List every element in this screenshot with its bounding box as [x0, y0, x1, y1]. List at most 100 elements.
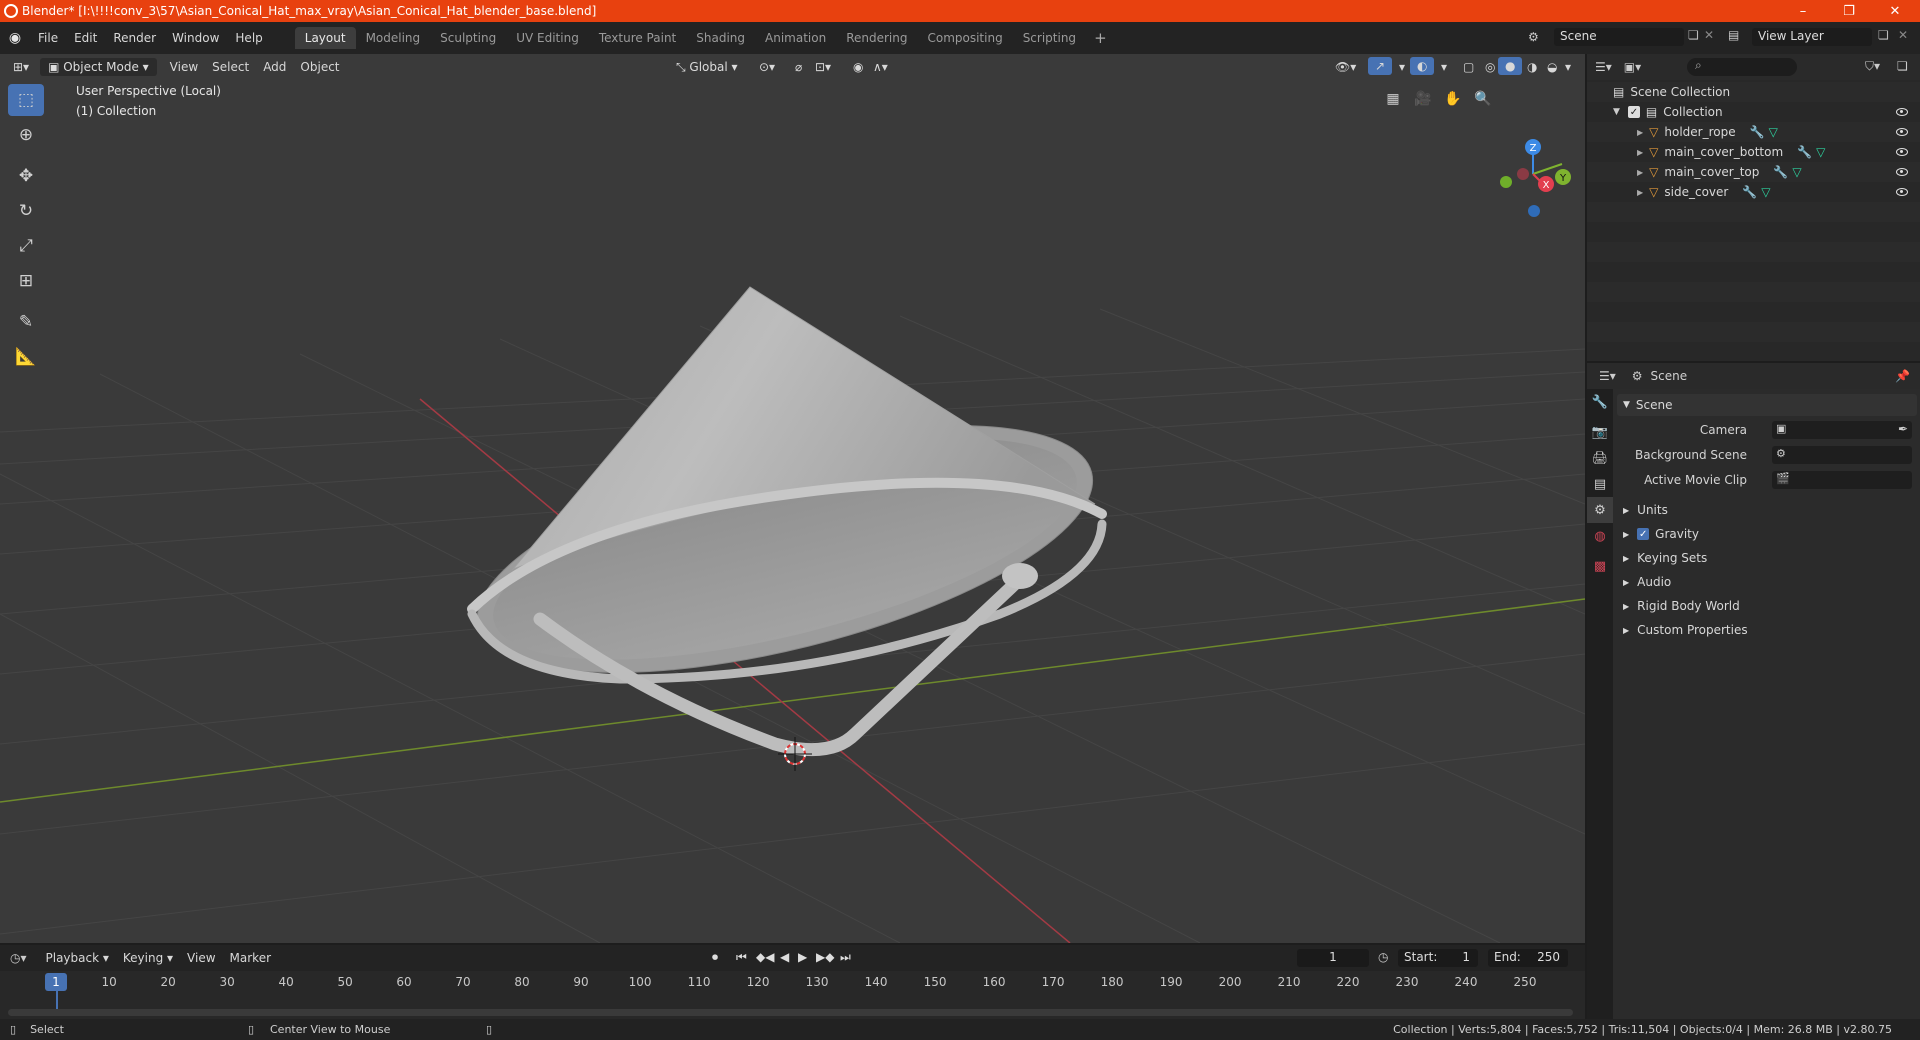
units-panel-header[interactable]: ▶ Units: [1617, 499, 1917, 521]
tab-animation[interactable]: Animation: [755, 27, 836, 49]
view-layer-field[interactable]: View Layer: [1752, 28, 1872, 46]
falloff-icon[interactable]: ∧▾: [866, 58, 895, 76]
scene-tab-icon[interactable]: ⚙: [1587, 497, 1613, 523]
orientation-dropdown[interactable]: ⤡ Global ▾: [668, 58, 746, 77]
tab-shading[interactable]: Shading: [686, 27, 755, 49]
tab-layout[interactable]: Layout: [294, 27, 356, 49]
scene-panel-header[interactable]: ▼ Scene: [1617, 394, 1917, 416]
rigid-body-world-panel-header[interactable]: ▶ Rigid Body World: [1617, 595, 1917, 617]
view-layer-tab-icon[interactable]: ▤: [1587, 471, 1613, 497]
scene-name-field[interactable]: Scene: [1554, 28, 1684, 46]
move-tool-icon[interactable]: ✥: [8, 160, 44, 192]
render-tab-icon[interactable]: 📷: [1587, 419, 1613, 445]
filter-icon[interactable]: ⛉▾: [1865, 59, 1880, 74]
mesh-data-icon[interactable]: ▽: [1769, 125, 1778, 139]
camera-view-icon[interactable]: 🎥: [1410, 86, 1436, 112]
toggle-camera-grid-icon[interactable]: ▦: [1380, 86, 1406, 112]
rotate-tool-icon[interactable]: ↻: [8, 195, 44, 227]
outliner-editor-type-icon[interactable]: ☰▾: [1595, 60, 1612, 74]
mesh-data-icon[interactable]: ▽: [1816, 145, 1825, 159]
properties-editor-type-icon[interactable]: ☰▾: [1599, 369, 1616, 383]
new-view-layer-icon[interactable]: ❏: [1878, 28, 1889, 42]
shading-dropdown-icon[interactable]: ▾: [1558, 58, 1578, 76]
3d-viewport[interactable]: Z Y X ⊞▾ ▣ Object Mode ▾ View Select Add…: [0, 54, 1585, 943]
select-box-tool-icon[interactable]: ⬚: [8, 84, 44, 116]
pin-icon[interactable]: 📌: [1895, 369, 1910, 383]
outliner-row-object[interactable]: ▶ ▽ main_cover_bottom 🔧 ▽: [1587, 142, 1920, 162]
viewport-menu-select[interactable]: Select: [205, 58, 256, 76]
keying-menu[interactable]: Keying ▾: [116, 949, 180, 967]
tab-scripting[interactable]: Scripting: [1013, 27, 1086, 49]
expand-arrow-icon[interactable]: ▶: [1637, 168, 1643, 177]
visibility-eye-icon[interactable]: [1896, 148, 1908, 156]
tab-rendering[interactable]: Rendering: [836, 27, 917, 49]
new-collection-icon[interactable]: ❏: [1897, 59, 1908, 73]
tab-sculpting[interactable]: Sculpting: [430, 27, 506, 49]
transform-tool-icon[interactable]: ⊞: [8, 265, 44, 297]
overlay-dropdown-icon[interactable]: ▾: [1434, 58, 1454, 76]
overlay-toggle-icon[interactable]: ◐: [1410, 57, 1435, 75]
menu-edit[interactable]: Edit: [66, 31, 105, 45]
modifier-wrench-icon[interactable]: 🔧: [1773, 165, 1788, 179]
playback-menu[interactable]: Playback ▾: [39, 949, 116, 967]
visibility-eye-icon[interactable]: [1896, 168, 1908, 176]
background-scene-field[interactable]: ⚙: [1772, 446, 1912, 464]
timeline-ruler[interactable]: 1 10 20 30 40 50 60 70 80 90 100 110 120 130 140 150 160…: [0, 971, 1585, 1019]
navigation-gizmo[interactable]: Z Y X: [1500, 139, 1571, 217]
world-tab-icon[interactable]: ◍: [1587, 523, 1613, 549]
outliner-row-scene-collection[interactable]: ▤ Scene Collection: [1587, 82, 1920, 102]
tab-compositing[interactable]: Compositing: [917, 27, 1012, 49]
next-keyframe-icon[interactable]: ▶◆: [816, 950, 834, 964]
outliner-row-collection[interactable]: ▼ ✓ ▤ Collection: [1587, 102, 1920, 122]
marker-menu[interactable]: Marker: [223, 949, 278, 967]
mesh-data-icon[interactable]: ▽: [1792, 165, 1801, 179]
zoom-icon[interactable]: 🔍: [1470, 86, 1496, 112]
visibility-eye-icon[interactable]: [1896, 188, 1908, 196]
menu-help[interactable]: Help: [227, 31, 270, 45]
gizmo-toggle-icon[interactable]: ↗: [1368, 57, 1393, 75]
camera-field[interactable]: ▣ ✒: [1772, 421, 1912, 439]
tab-texture-paint[interactable]: Texture Paint: [589, 27, 686, 49]
texture-tab-icon[interactable]: ▩: [1587, 553, 1613, 579]
tool-settings-tab-icon[interactable]: 🔧: [1587, 389, 1613, 415]
visibility-icon[interactable]: 👁▾: [1328, 58, 1363, 76]
timeline-scrollbar[interactable]: [8, 1009, 1573, 1016]
snap-icon[interactable]: ⌀: [788, 58, 809, 76]
pan-hand-icon[interactable]: ✋: [1440, 86, 1466, 112]
menu-file[interactable]: File: [30, 31, 66, 45]
menu-window[interactable]: Window: [164, 31, 227, 45]
active-movie-clip-field[interactable]: 🎬: [1772, 471, 1912, 489]
minimize-button[interactable]: –: [1780, 0, 1826, 22]
expand-arrow-icon[interactable]: ▶: [1637, 148, 1643, 157]
add-workspace-icon[interactable]: +: [1086, 29, 1115, 47]
mode-dropdown[interactable]: ▣ Object Mode ▾: [40, 58, 157, 76]
visibility-eye-icon[interactable]: [1896, 108, 1908, 116]
blender-menu-icon[interactable]: ◉: [0, 30, 30, 46]
modifier-wrench-icon[interactable]: 🔧: [1797, 145, 1812, 159]
measure-tool-icon[interactable]: 📐: [8, 341, 44, 373]
pivot-point-icon[interactable]: ⊙▾: [752, 58, 782, 76]
annotate-tool-icon[interactable]: ✎: [8, 306, 44, 338]
prev-keyframe-icon[interactable]: ◆◀: [756, 950, 774, 964]
delete-scene-icon[interactable]: ✕: [1704, 28, 1714, 42]
snap-target-icon[interactable]: ⊡▾: [808, 58, 838, 76]
scene-selector-icon[interactable]: ⚙: [1528, 30, 1539, 44]
gravity-checkbox[interactable]: ✓: [1637, 528, 1650, 540]
jump-start-icon[interactable]: ⏮: [736, 950, 747, 965]
solid-shading-icon[interactable]: ●: [1498, 57, 1523, 75]
timeline-view-menu[interactable]: View: [180, 949, 222, 967]
menu-render[interactable]: Render: [105, 31, 164, 45]
preview-range-clock-icon[interactable]: ◷: [1378, 950, 1388, 964]
viewport-menu-view[interactable]: View: [163, 58, 205, 76]
outliner-row-object[interactable]: ▶ ▽ main_cover_top 🔧 ▽: [1587, 162, 1920, 182]
start-frame-field[interactable]: Start: 1: [1398, 949, 1478, 967]
modifier-wrench-icon[interactable]: 🔧: [1750, 125, 1765, 139]
output-tab-icon[interactable]: 🖨: [1587, 445, 1613, 471]
expand-arrow-icon[interactable]: ▼: [1613, 107, 1620, 117]
play-icon[interactable]: ▶: [798, 950, 807, 964]
audio-panel-header[interactable]: ▶ Audio: [1617, 571, 1917, 593]
scale-tool-icon[interactable]: ⤢: [8, 230, 44, 262]
tab-modeling[interactable]: Modeling: [356, 27, 431, 49]
expand-arrow-icon[interactable]: ▶: [1637, 188, 1643, 197]
view-layer-icon[interactable]: ▤: [1728, 28, 1739, 42]
